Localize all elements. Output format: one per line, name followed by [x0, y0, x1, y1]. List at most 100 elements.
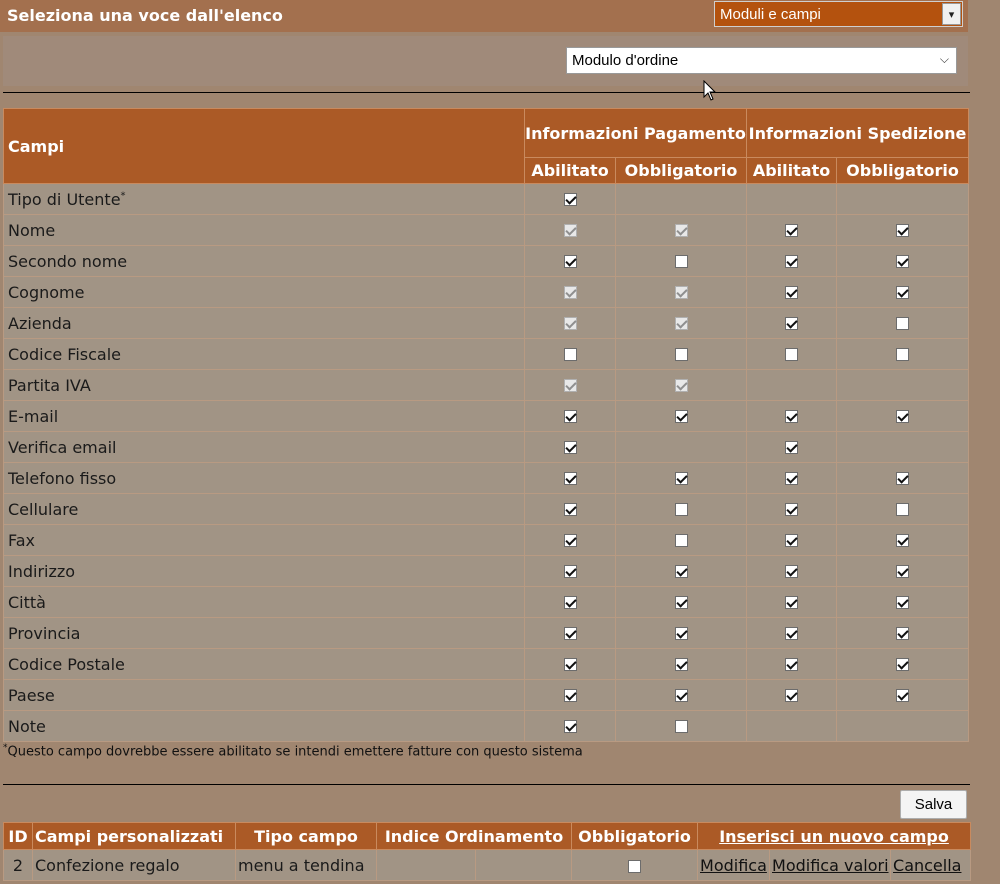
payment-required-checkbox[interactable]: [674, 410, 688, 423]
cell-payment-required: [614, 617, 748, 649]
payment-enabled-checkbox[interactable]: [563, 410, 577, 423]
shipping-required-checkbox[interactable]: [896, 348, 910, 361]
payment-required-checkbox[interactable]: [674, 627, 688, 640]
payment-enabled-checkbox[interactable]: [563, 658, 577, 671]
save-button[interactable]: Salva: [900, 790, 967, 819]
custom-type-cell: menu a tendina: [235, 849, 377, 881]
shipping-enabled-checkbox[interactable]: [785, 565, 799, 578]
shipping-enabled-checkbox[interactable]: [785, 503, 799, 516]
cell-shipping-required: [836, 679, 970, 711]
payment-enabled-checkbox[interactable]: [563, 627, 577, 640]
payment-required-checkbox[interactable]: [674, 658, 688, 671]
divider: [3, 92, 970, 93]
payment-required-checkbox[interactable]: [674, 596, 688, 609]
shipping-enabled-checkbox[interactable]: [785, 472, 799, 485]
shipping-required-checkbox[interactable]: [896, 534, 910, 547]
payment-required-checkbox[interactable]: [674, 720, 688, 733]
payment-enabled-checkbox[interactable]: [563, 689, 577, 702]
shipping-required-checkbox[interactable]: [896, 596, 910, 609]
shipping-required-checkbox[interactable]: [896, 565, 910, 578]
cell-shipping-enabled: [746, 462, 838, 494]
shipping-required-checkbox[interactable]: [896, 503, 910, 516]
shipping-enabled-checkbox[interactable]: [785, 689, 799, 702]
custom-name-cell: Confezione regalo: [32, 849, 236, 881]
payment-enabled-checkbox[interactable]: [563, 534, 577, 547]
form-select[interactable]: Modulo d'ordine ⌵: [566, 47, 957, 74]
shipping-enabled-checkbox[interactable]: [785, 627, 799, 640]
shipping-required-checkbox[interactable]: [896, 317, 910, 330]
payment-required-checkbox[interactable]: [674, 689, 688, 702]
custom-id: 2: [12, 855, 24, 875]
shipping-enabled-checkbox[interactable]: [785, 596, 799, 609]
payment-enabled-checkbox[interactable]: [563, 720, 577, 733]
shipping-required-checkbox[interactable]: [896, 410, 910, 423]
payment-required-checkbox[interactable]: [674, 503, 688, 516]
shipping-required-checkbox[interactable]: [896, 627, 910, 640]
field-row: Paese: [3, 679, 970, 711]
shipping-enabled-checkbox[interactable]: [785, 534, 799, 547]
section-select[interactable]: Moduli e campi ▾: [714, 1, 963, 27]
add-field-link[interactable]: Inserisci un nuovo campo: [719, 827, 949, 846]
shipping-required-checkbox[interactable]: [896, 689, 910, 702]
chevron-down-icon[interactable]: ▾: [942, 3, 961, 25]
cell-payment-required: [614, 183, 748, 215]
cell-payment-required: [614, 214, 748, 246]
payment-enabled-checkbox[interactable]: [563, 193, 577, 206]
shipping-enabled-checkbox[interactable]: [785, 317, 799, 330]
col-id: ID: [3, 822, 33, 850]
payment-enabled-checkbox[interactable]: [563, 441, 577, 454]
payment-required-checkbox[interactable]: [674, 565, 688, 578]
group-payment: Informazioni Pagamento: [523, 108, 748, 158]
payment-enabled-checkbox[interactable]: [563, 472, 577, 485]
shipping-required-checkbox[interactable]: [896, 286, 910, 299]
shipping-enabled-checkbox[interactable]: [785, 348, 799, 361]
footnote-text: Questo campo dovrebbe essere abilitato s…: [7, 744, 583, 760]
cell-payment-required: [614, 710, 748, 742]
field-name: Indirizzo: [3, 555, 525, 587]
section-select-value: Moduli e campi: [720, 5, 821, 23]
payment-required-checkbox[interactable]: [674, 255, 688, 268]
cell-payment-required: [614, 648, 748, 680]
edit-values-link-cell: Modifica valori: [769, 849, 892, 881]
field-name: Azienda: [3, 307, 525, 339]
payment-enabled-checkbox[interactable]: [563, 348, 577, 361]
edit-link[interactable]: Modifica: [700, 856, 767, 875]
cell-shipping-required: [836, 617, 970, 649]
shipping-enabled-checkbox[interactable]: [785, 255, 799, 268]
custom-order-extra-cell: [474, 849, 573, 881]
cell-shipping-enabled: [746, 307, 838, 339]
shipping-required-checkbox[interactable]: [896, 224, 910, 237]
cell-shipping-enabled: [746, 431, 838, 463]
payment-required-checkbox[interactable]: [674, 472, 688, 485]
delete-link[interactable]: Cancella: [893, 856, 961, 875]
cell-payment-enabled: [524, 214, 616, 246]
shipping-required-checkbox[interactable]: [896, 658, 910, 671]
shipping-required-checkbox[interactable]: [896, 472, 910, 485]
shipping-enabled-checkbox[interactable]: [785, 658, 799, 671]
field-row: Fax: [3, 524, 970, 556]
delete-link-cell: Cancella: [890, 849, 972, 881]
payment-required-checkbox[interactable]: [674, 348, 688, 361]
edit-values-link[interactable]: Modifica valori: [772, 856, 889, 875]
shipping-enabled-checkbox[interactable]: [785, 286, 799, 299]
cell-payment-required: [614, 400, 748, 432]
custom-field-row: 2 Confezione regalo menu a tendina Modifica…: [3, 849, 972, 881]
payment-required-checkbox[interactable]: [674, 534, 688, 547]
cell-payment-enabled: [524, 307, 616, 339]
payment-enabled-checkbox[interactable]: [563, 596, 577, 609]
payment-enabled-checkbox[interactable]: [563, 565, 577, 578]
shipping-enabled-checkbox[interactable]: [785, 224, 799, 237]
shipping-enabled-checkbox[interactable]: [785, 441, 799, 454]
cell-payment-required: [614, 493, 748, 525]
custom-required-checkbox[interactable]: [628, 859, 642, 873]
edit-link-cell: Modifica: [697, 849, 771, 881]
cell-payment-required: [614, 307, 748, 339]
field-name-label: Nome: [8, 220, 56, 240]
shipping-enabled-checkbox[interactable]: [785, 410, 799, 423]
shipping-required-checkbox[interactable]: [896, 255, 910, 268]
cell-payment-enabled: [524, 183, 616, 215]
payment-enabled-checkbox[interactable]: [563, 255, 577, 268]
payment-enabled-checkbox[interactable]: [563, 503, 577, 516]
payment-required-checkbox: [674, 379, 688, 392]
cell-shipping-enabled: [746, 710, 838, 742]
